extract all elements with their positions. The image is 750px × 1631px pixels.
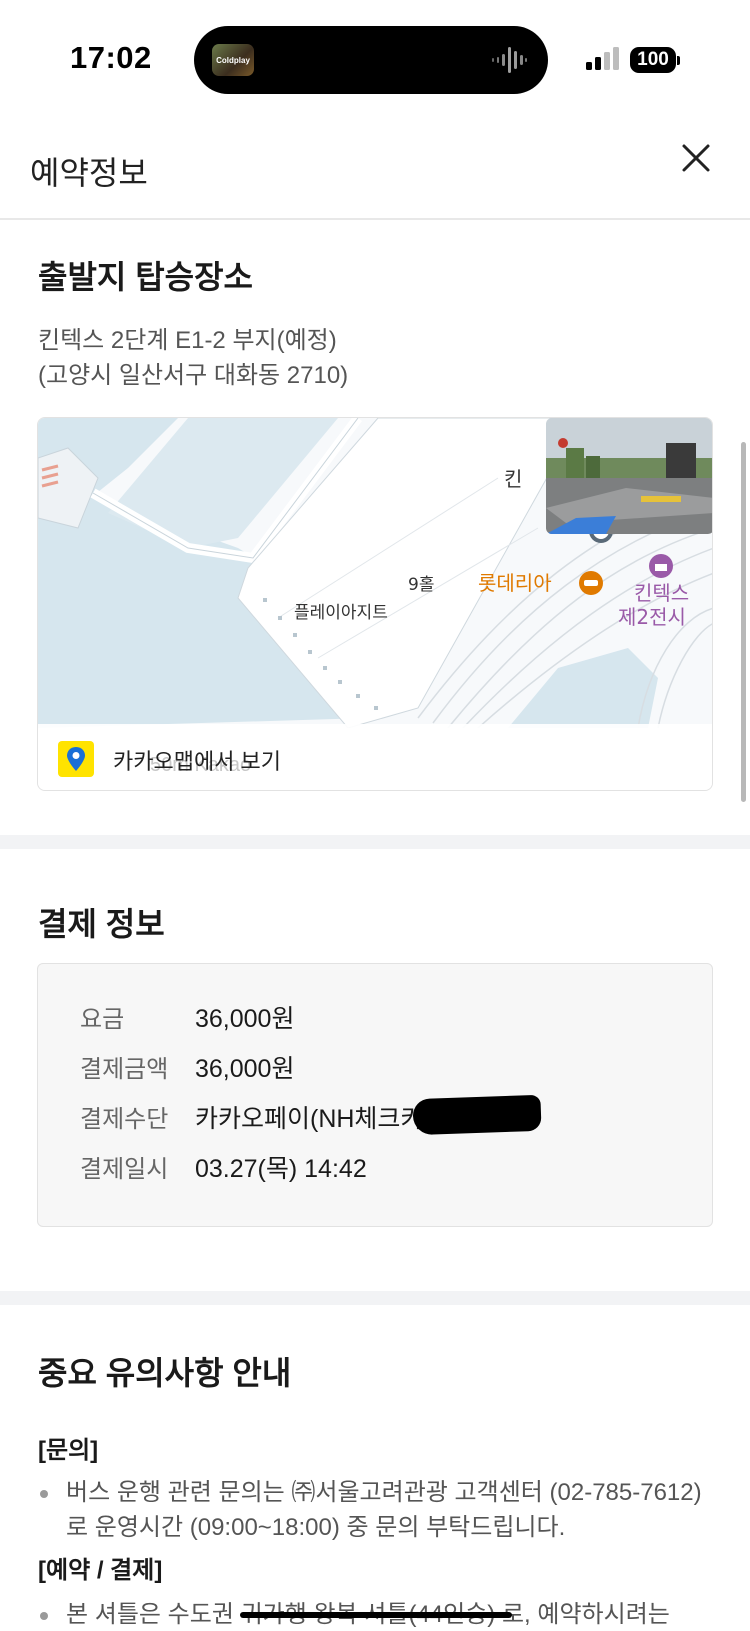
- cellular-signal-icon: [586, 47, 619, 70]
- section-divider: [0, 835, 750, 849]
- payment-label: 결제일시: [80, 1156, 169, 1183]
- kakao-map-pin-icon: [58, 741, 94, 777]
- audio-wave-icon: [492, 47, 527, 73]
- payment-value: 카카오페이(NH체크카: [195, 1105, 424, 1133]
- payment-notice-heading: [예약 / 결제]: [38, 1557, 163, 1584]
- payment-label: 결제금액: [80, 1056, 169, 1083]
- departure-address: 킨텍스 2단계 E1-2 부지(예정): [38, 327, 337, 354]
- payment-title: 결제 정보: [38, 906, 165, 942]
- page-title: 예약정보: [30, 155, 148, 191]
- payment-info-box: 요금 36,000원 결제금액 36,000원 결제수단 카카오페이(NH체크카…: [37, 963, 713, 1227]
- notice-title: 중요 유의사항 안내: [38, 1355, 292, 1391]
- section-divider: [0, 1291, 750, 1305]
- battery-icon: 100: [630, 47, 680, 73]
- map-label-kintex-hall: 제2전시: [618, 605, 686, 629]
- departure-address-detail: (고양시 일산서구 대화동 2710): [38, 362, 349, 389]
- scrollbar[interactable]: [741, 442, 746, 802]
- map-label-kintex: 킨텍스: [634, 581, 689, 605]
- bullet-icon: [40, 1612, 48, 1620]
- redaction-mark: [412, 1094, 542, 1136]
- inquiry-text: 버스 운행 관련 문의는 ㈜서울고려관광 고객센터 (02-785-7612)로…: [66, 1479, 702, 1541]
- status-time: 17:02: [70, 40, 152, 75]
- map-footer[interactable]: 50m Kakao 카카오맵에서 보기: [38, 724, 712, 790]
- dynamic-island[interactable]: Coldplay: [194, 26, 548, 94]
- street-view-thumbnail[interactable]: [546, 418, 712, 534]
- payment-value: 36,000원: [195, 1055, 295, 1083]
- map-label-restaurant: 롯데리아: [478, 571, 552, 595]
- redaction-mark: [240, 1612, 512, 1618]
- page-header: 예약정보: [0, 120, 750, 220]
- close-icon[interactable]: [676, 138, 716, 178]
- map-label-hall: 9홀: [408, 575, 434, 595]
- now-playing-artwork: Coldplay: [212, 44, 254, 76]
- bullet-icon: [40, 1490, 48, 1498]
- payment-value: 03.27(목) 14:42: [195, 1155, 367, 1183]
- map-label-kintex-top: 킨: [504, 467, 522, 491]
- departure-title: 출발지 탑승장소: [38, 259, 253, 295]
- payment-value: 36,000원: [195, 1005, 295, 1033]
- inquiry-heading: [문의]: [38, 1437, 99, 1464]
- open-kakao-map-link[interactable]: 카카오맵에서 보기: [113, 744, 281, 776]
- map-label-place: 플레이아지트: [294, 603, 388, 623]
- battery-level: 100: [630, 47, 676, 73]
- status-bar: 17:02 Coldplay 100: [0, 0, 750, 110]
- payment-label: 결제수단: [80, 1106, 169, 1133]
- payment-label: 요금: [80, 1006, 125, 1033]
- map-card[interactable]: 플레이아지트 9홀 롯데리아 킨텍스 제2전시 킨 50m Kakao 카카오맵…: [37, 417, 713, 791]
